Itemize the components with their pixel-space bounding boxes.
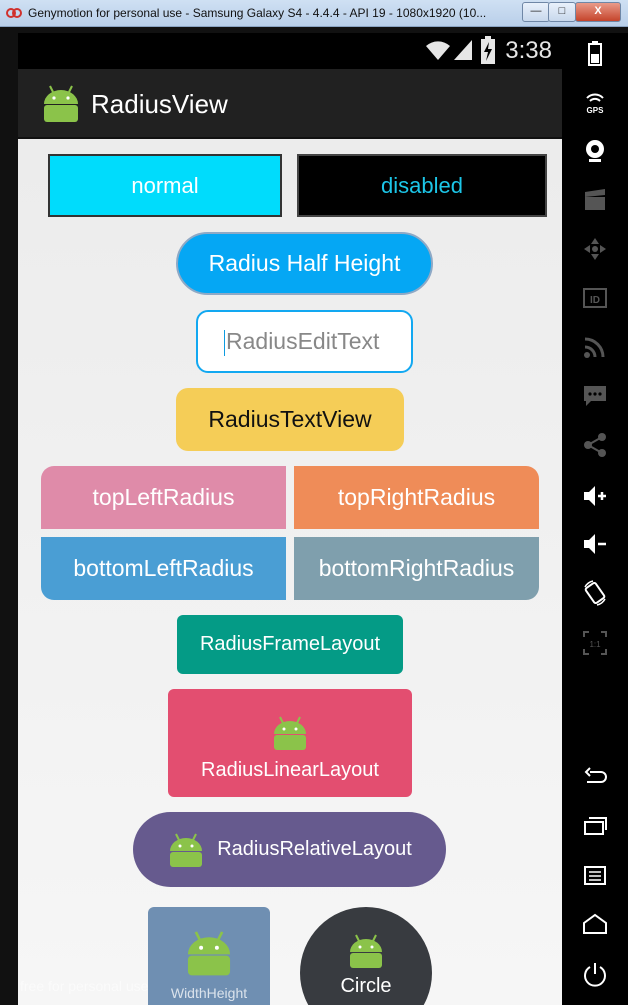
genymotion-toolbar: GPS ID 1:1 [562,33,628,1005]
app-title: RadiusView [91,89,228,119]
scale-label: 1:1 [589,640,601,649]
top-right-radius-view[interactable]: topRightRadius [294,466,539,529]
window-title: Genymotion for personal use - Samsung Ga… [28,6,487,20]
dpad-icon[interactable] [581,235,609,263]
volume-up-icon[interactable] [581,482,609,510]
webcam-icon[interactable] [581,137,609,165]
width-height-label: WidthHeight [170,985,248,1001]
radius-relative-layout[interactable]: RadiusRelativeLayout [133,812,446,887]
circle-layout[interactable]: Circle [300,907,432,1005]
action-bar: RadiusView [18,69,562,139]
back-icon[interactable] [581,763,609,791]
radius-linear-layout[interactable]: RadiusLinearLayout [168,689,412,797]
menu-icon[interactable] [581,861,609,889]
android-robot-icon [187,931,231,976]
relative-layout-label: RadiusRelativeLayout [217,838,412,860]
power-icon[interactable] [581,960,609,988]
battery-charging-icon [481,36,495,64]
bottom-left-radius-view[interactable]: bottomLeftRadius [41,537,286,600]
disabled-button: disabled [297,154,547,217]
rotate-icon[interactable] [581,579,609,607]
signal-icon [454,40,472,60]
text-caret [224,330,225,356]
genymotion-icon [6,8,22,18]
width-height-layout[interactable]: WidthHeight [148,907,270,1005]
circle-label: Circle [340,975,392,997]
video-capture-icon[interactable] [581,186,609,214]
share-icon[interactable] [581,431,609,459]
home-icon[interactable] [581,911,609,939]
wifi-icon [426,41,450,60]
maximize-button[interactable]: □ [548,2,576,22]
device-id-label: ID [590,295,600,306]
radius-edit-text[interactable]: RadiusEditText [196,310,413,373]
linear-layout-label: RadiusLinearLayout [201,758,379,781]
status-time: 3:38 [505,37,552,64]
gps-label: GPS [587,106,605,115]
android-status-bar: 3:38 [18,33,562,69]
cast-icon[interactable] [581,333,609,361]
android-logo-icon [44,85,78,122]
bottom-right-radius-view[interactable]: bottomRightRadius [294,537,539,600]
normal-button[interactable]: normal [48,154,282,217]
android-robot-icon [350,934,382,968]
watermark-text: free for personal use [20,978,149,994]
edit-text-hint: RadiusEditText [226,328,380,354]
close-button[interactable]: X [575,2,621,22]
radius-frame-layout[interactable]: RadiusFrameLayout [177,615,403,674]
pixel-perfect-icon[interactable]: 1:1 [581,629,609,657]
radius-text-view[interactable]: RadiusTextView [176,388,404,451]
sms-icon[interactable] [581,382,609,410]
android-robot-icon [170,833,203,867]
gps-icon[interactable]: GPS [581,88,609,116]
device-id-icon[interactable]: ID [581,284,609,312]
recent-apps-icon[interactable] [581,812,609,840]
minimize-button[interactable]: — [522,2,550,22]
content-area[interactable]: normal disabled Radius Half Height Radiu… [18,139,562,1005]
window-titlebar[interactable]: Genymotion for personal use - Samsung Ga… [0,0,628,27]
volume-down-icon[interactable] [581,530,609,558]
radius-half-height-button[interactable]: Radius Half Height [176,232,433,295]
top-left-radius-view[interactable]: topLeftRadius [41,466,286,529]
battery-icon[interactable] [581,39,609,67]
android-robot-icon [274,716,306,750]
